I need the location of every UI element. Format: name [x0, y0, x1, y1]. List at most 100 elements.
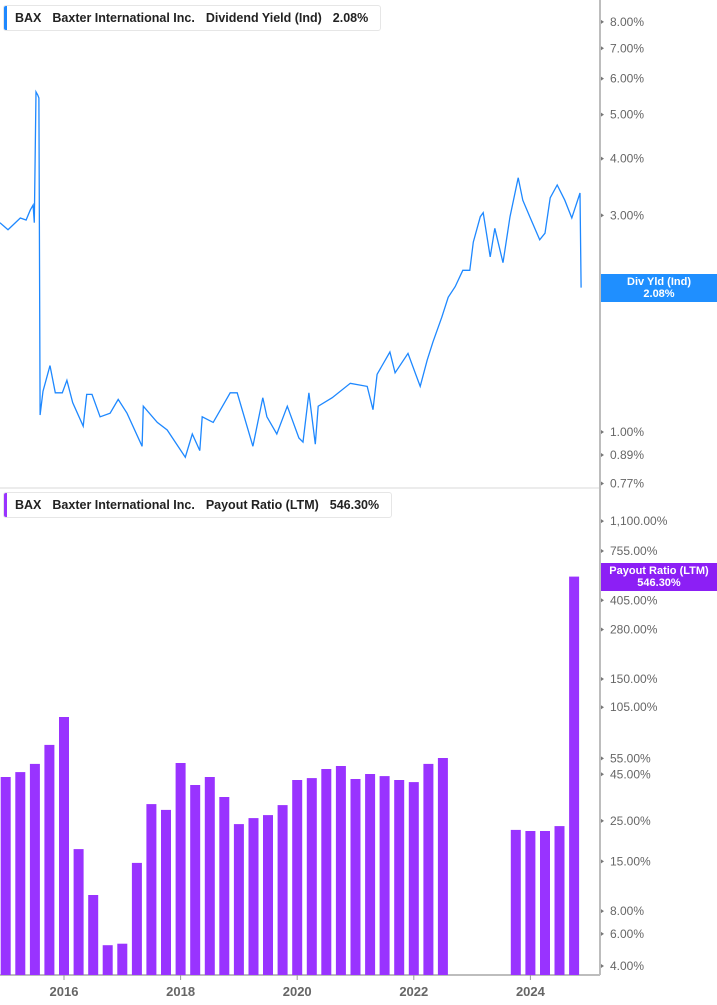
- payout-bar: [292, 780, 303, 975]
- bottom-y-tick-label: 55.00%: [610, 751, 651, 765]
- y-tick-mark: [601, 76, 604, 81]
- y-tick-mark: [601, 772, 604, 777]
- top-y-tick-label: 0.89%: [610, 448, 644, 462]
- legend-value: 2.08%: [332, 11, 369, 25]
- tag-label: Payout Ratio (LTM): [609, 565, 709, 577]
- legend-ticker: BAX: [15, 498, 42, 512]
- payout-bar: [365, 774, 376, 975]
- payout-bar: [88, 895, 99, 975]
- bottom-y-tick-label: 105.00%: [610, 700, 658, 714]
- payout-bar: [335, 766, 346, 975]
- series-color-swatch: [4, 493, 7, 517]
- payout-bar: [306, 778, 317, 975]
- payout-bar: [161, 809, 171, 975]
- payout-bar: [263, 815, 273, 975]
- top-y-tick-label: 5.00%: [610, 108, 644, 122]
- series-color-swatch: [4, 6, 7, 30]
- top-legend: BAX Baxter International Inc. Dividend Y…: [3, 5, 382, 31]
- payout-bar: [437, 758, 448, 975]
- payout-bar: [423, 763, 434, 975]
- legend-metric: Dividend Yield (Ind): [205, 11, 322, 25]
- payout-bar: [394, 780, 405, 975]
- y-tick-mark: [601, 430, 604, 434]
- payout-bar: [569, 576, 580, 975]
- payout-bar: [146, 804, 157, 975]
- payout-bar: [321, 769, 332, 975]
- legend-metric: Payout Ratio (LTM): [205, 498, 319, 512]
- y-tick-mark: [601, 112, 604, 117]
- top-y-tick-label: 7.00%: [610, 41, 644, 55]
- bottom-y-tick-label: 6.00%: [610, 927, 644, 941]
- bottom-y-tick-label: 15.00%: [610, 854, 651, 868]
- bottom-y-tick-label: 150.00%: [610, 672, 658, 686]
- y-tick-mark: [601, 548, 604, 553]
- payout-bar: [102, 945, 113, 975]
- y-tick-mark: [601, 481, 604, 486]
- y-tick-mark: [601, 964, 604, 968]
- payout-bar: [408, 782, 419, 975]
- payout-bar: [29, 763, 40, 975]
- legend-company: Baxter International Inc.: [52, 11, 195, 25]
- bottom-y-tick-label: 45.00%: [610, 767, 651, 781]
- bottom-y-tick-label: 4.00%: [610, 959, 644, 973]
- y-tick-mark: [601, 676, 604, 681]
- legend-ticker: BAX: [15, 11, 42, 25]
- x-tick-label: 2018: [166, 984, 195, 999]
- top-y-tick-label: 6.00%: [610, 72, 644, 86]
- bottom-y-tick-label: 280.00%: [610, 623, 658, 637]
- payout-bar: [510, 829, 521, 975]
- payout-bar: [131, 862, 142, 975]
- top-y-tick-label: 8.00%: [610, 15, 644, 29]
- y-tick-mark: [601, 627, 604, 632]
- tag-label: Div Yld (Ind): [627, 276, 691, 288]
- y-tick-mark: [601, 156, 604, 161]
- payout-bar: [233, 824, 244, 975]
- bottom-y-tick-label: 405.00%: [610, 593, 658, 607]
- payout-bar: [15, 772, 26, 975]
- legend-value: 546.30%: [329, 498, 380, 512]
- top-y-tick-label: 3.00%: [610, 208, 644, 222]
- current-yield-tag: Div Yld (Ind) 2.08%: [601, 274, 717, 302]
- payout-bar: [44, 744, 55, 975]
- payout-bar: [350, 779, 361, 975]
- y-tick-mark: [601, 213, 604, 218]
- y-tick-mark: [601, 818, 604, 823]
- payout-bar: [554, 826, 565, 975]
- y-tick-mark: [601, 705, 604, 710]
- payout-bar: [204, 777, 215, 975]
- x-tick-label: 2016: [50, 984, 79, 999]
- payout-bar: [277, 805, 288, 975]
- payout-bar: [219, 797, 230, 975]
- x-tick-label: 2024: [516, 984, 546, 999]
- payout-bar: [0, 777, 11, 975]
- payout-bar: [175, 763, 186, 975]
- legend-company: Baxter International Inc.: [52, 498, 195, 512]
- tag-value: 546.30%: [637, 577, 681, 589]
- y-tick-mark: [601, 598, 604, 603]
- payout-bar: [540, 831, 550, 975]
- x-tick-label: 2020: [283, 984, 312, 999]
- payout-bar: [59, 717, 69, 975]
- y-tick-mark: [601, 46, 604, 51]
- dividend-yield-line: [0, 89, 582, 459]
- y-tick-mark: [601, 756, 604, 761]
- x-tick-label: 2022: [399, 984, 428, 999]
- payout-bar: [117, 943, 128, 975]
- top-y-tick-label: 4.00%: [610, 152, 644, 166]
- payout-bar: [248, 818, 259, 975]
- bottom-y-tick-label: 25.00%: [610, 814, 651, 828]
- payout-bar: [525, 831, 536, 975]
- y-tick-mark: [601, 452, 604, 457]
- top-y-tick-label: 0.77%: [610, 477, 644, 491]
- y-tick-mark: [601, 519, 604, 524]
- y-tick-mark: [601, 859, 604, 864]
- payout-bar: [190, 785, 201, 975]
- payout-bar: [73, 849, 84, 975]
- bottom-y-tick-label: 1,100.00%: [610, 514, 668, 528]
- bottom-y-tick-label: 8.00%: [610, 904, 644, 918]
- y-tick-mark: [601, 931, 604, 936]
- bottom-legend: BAX Baxter International Inc. Payout Rat…: [3, 492, 393, 518]
- tag-value: 2.08%: [643, 288, 675, 300]
- y-tick-mark: [601, 909, 604, 914]
- top-y-tick-label: 1.00%: [610, 425, 644, 439]
